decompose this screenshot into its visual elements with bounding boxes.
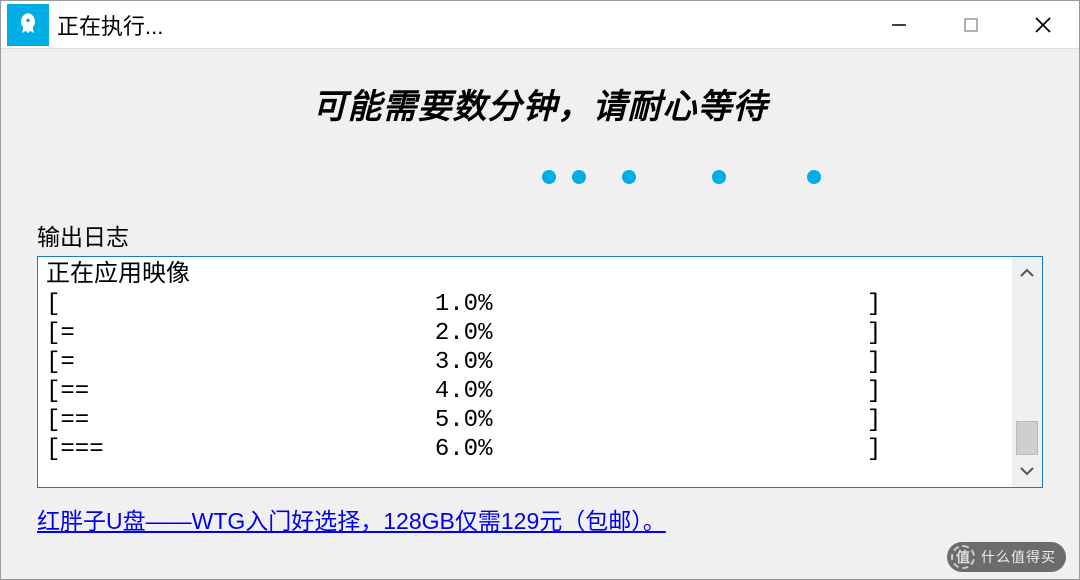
log-label: 输出日志: [37, 218, 1043, 252]
close-button[interactable]: [1007, 1, 1079, 48]
chevron-up-icon: [1019, 268, 1035, 278]
chevron-down-icon: [1019, 466, 1035, 476]
log-output-box: 正在应用映像 [ 1.0% ] [= 2.0% ] [= 3.0% ] [==: [37, 256, 1043, 488]
scroll-up-button[interactable]: [1012, 261, 1042, 285]
scroll-track[interactable]: [1012, 285, 1042, 459]
promo-link[interactable]: 红胖子U盘——WTG入门好选择，128GB仅需129元（包邮）。: [37, 502, 666, 536]
watermark-text: 什么值得买: [981, 547, 1056, 567]
progress-dots: [37, 156, 1043, 196]
minimize-button[interactable]: [863, 1, 935, 48]
window-controls: [863, 1, 1079, 48]
maximize-icon: [963, 17, 979, 33]
log-scrollbar[interactable]: [1012, 257, 1042, 487]
close-icon: [1033, 15, 1053, 35]
progress-dot: [622, 170, 636, 184]
scroll-down-button[interactable]: [1012, 459, 1042, 483]
window-title: 正在执行...: [57, 9, 863, 41]
minimize-icon: [890, 16, 908, 34]
rocket-icon: [14, 11, 42, 39]
progress-dot: [572, 170, 586, 184]
progress-dot: [542, 170, 556, 184]
patience-heading: 可能需要数分钟，请耐心等待: [37, 79, 1043, 128]
app-icon: [7, 4, 49, 46]
maximize-button[interactable]: [935, 1, 1007, 48]
watermark-badge-icon: 值: [951, 545, 975, 569]
progress-dot: [807, 170, 821, 184]
progress-dot: [712, 170, 726, 184]
titlebar: 正在执行...: [1, 1, 1079, 49]
watermark: 值 什么值得买: [947, 542, 1066, 572]
log-output-text[interactable]: 正在应用映像 [ 1.0% ] [= 2.0% ] [= 3.0% ] [==: [38, 257, 1012, 487]
scroll-thumb[interactable]: [1016, 421, 1038, 455]
